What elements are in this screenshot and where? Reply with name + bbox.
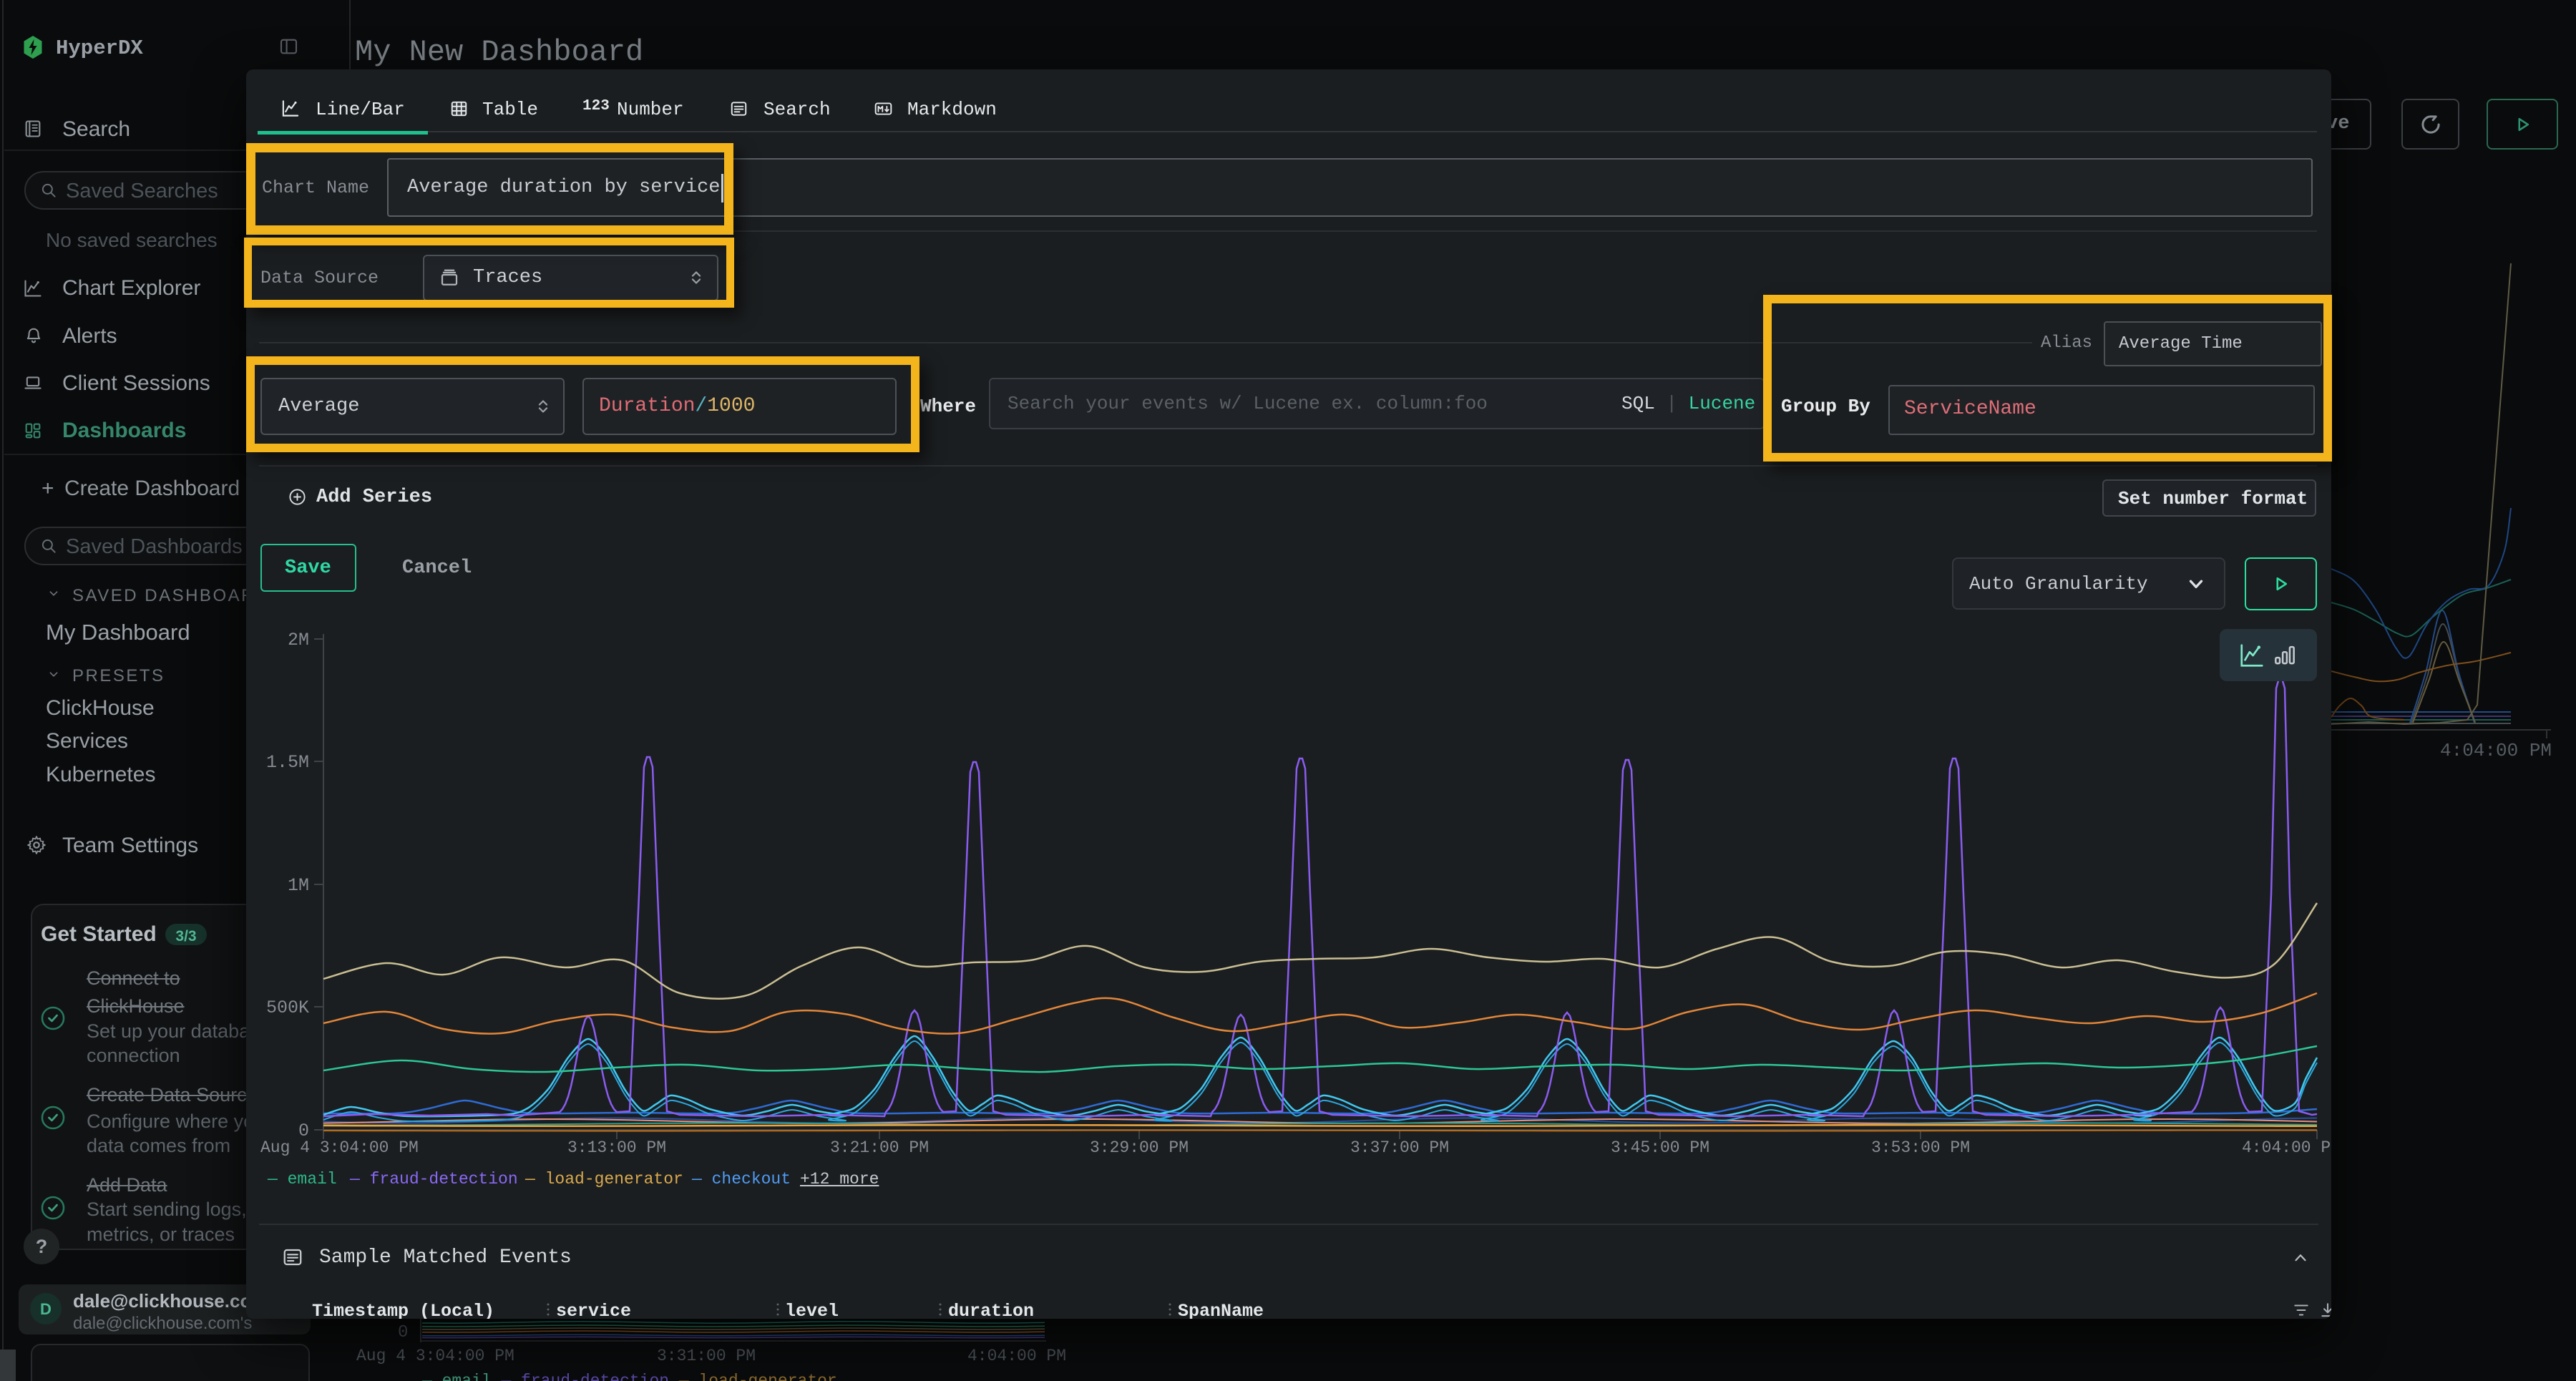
svg-text:Aug 4 3:04:00 PM: Aug 4 3:04:00 PM (260, 1138, 419, 1157)
svg-text:2M: 2M (288, 630, 309, 650)
svg-text:0: 0 (298, 1121, 309, 1141)
svg-text:3:45:00 PM: 3:45:00 PM (1611, 1138, 1709, 1157)
svg-text:4:04:00 PM: 4:04:00 PM (967, 1347, 1066, 1365)
svg-text:4:04:00 PM: 4:04:00 PM (2242, 1138, 2331, 1157)
svg-text:Aug 4 3:04:00 PM: Aug 4 3:04:00 PM (356, 1347, 514, 1365)
svg-text:— email — fraud-detection —: — email — fraud-detection — load-generat… (421, 1372, 837, 1381)
svg-text:3:37:00 PM: 3:37:00 PM (1350, 1138, 1449, 1157)
svg-text:3:13:00 PM: 3:13:00 PM (567, 1138, 666, 1157)
svg-text:1.5M: 1.5M (266, 752, 309, 773)
svg-text:4:04:00 PM: 4:04:00 PM (2440, 740, 2552, 761)
svg-text:0: 0 (398, 1323, 408, 1342)
svg-text:1M: 1M (288, 875, 309, 896)
svg-text:3:31:00 PM: 3:31:00 PM (657, 1347, 756, 1365)
svg-text:3:21:00 PM: 3:21:00 PM (830, 1138, 929, 1157)
svg-text:500K: 500K (266, 997, 309, 1018)
svg-text:3:53:00 PM: 3:53:00 PM (1871, 1138, 1970, 1157)
svg-text:3:29:00 PM: 3:29:00 PM (1090, 1138, 1189, 1157)
